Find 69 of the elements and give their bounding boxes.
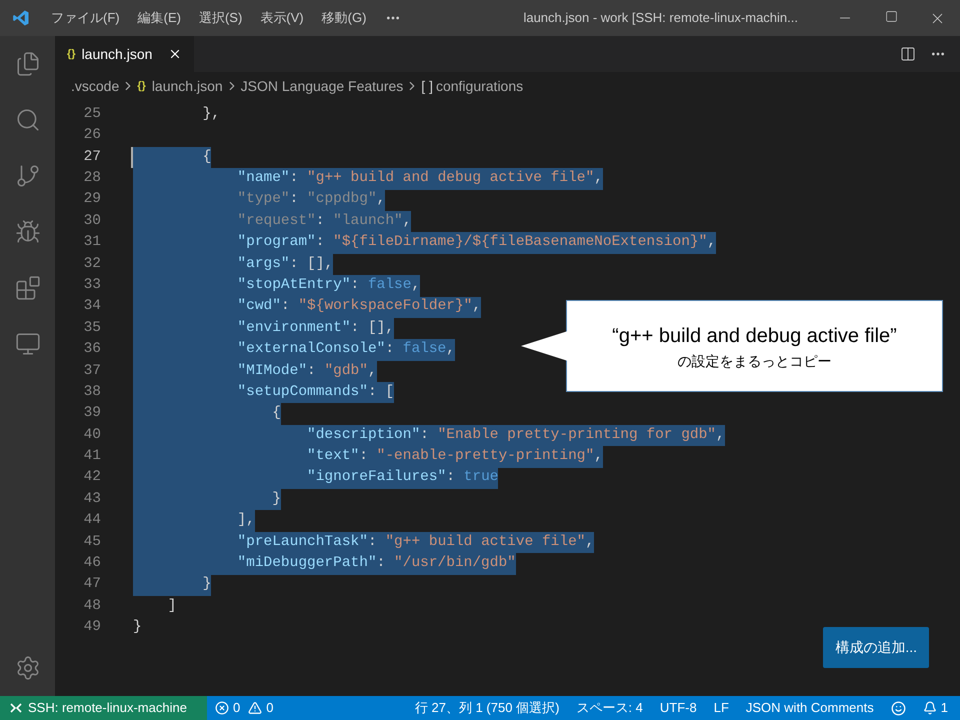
- code-line: ]: [166, 596, 177, 616]
- line-number: 44: [82, 511, 101, 530]
- breadcrumb-item[interactable]: JSON Language Features: [240, 76, 404, 96]
- line-number: 37: [82, 362, 101, 381]
- line-number: 40: [82, 426, 101, 445]
- callout-title: “g++ build and debug active file”: [612, 324, 897, 348]
- blocks-icon[interactable]: [14, 275, 40, 301]
- line-number: 29: [82, 190, 101, 210]
- line-number: 31: [82, 233, 101, 252]
- line-number: 43: [82, 490, 101, 509]
- breadcrumb-item[interactable]: .vscode: [71, 76, 120, 96]
- search-icon[interactable]: [14, 107, 40, 133]
- split-editor-icon[interactable]: [900, 46, 916, 62]
- line-number: 32: [82, 254, 101, 274]
- remote-icon: [10, 702, 22, 714]
- encoding[interactable]: UTF-8: [660, 698, 697, 718]
- json-icon: {}: [67, 46, 76, 62]
- line-number: 38: [82, 382, 101, 402]
- remote-indicator[interactable]: SSH: remote-linux-machine: [0, 696, 207, 720]
- feedback-icon[interactable]: [890, 700, 906, 716]
- line-number: 49: [82, 618, 101, 638]
- breadcrumb-item[interactable]: configurations: [436, 76, 524, 96]
- line-number: 27: [82, 148, 101, 167]
- files-icon[interactable]: [14, 51, 40, 77]
- line-number: 30: [82, 212, 101, 231]
- line-number: 48: [82, 596, 101, 616]
- line-number: 36: [82, 340, 101, 360]
- line-number: 39: [82, 404, 101, 424]
- line-number: 35: [82, 318, 101, 338]
- language-mode[interactable]: JSON with Comments: [746, 698, 874, 718]
- line-number: 26: [82, 126, 101, 146]
- code-line: }: [133, 618, 142, 638]
- warning-count[interactable]: 0: [266, 698, 274, 718]
- line-number: 33: [82, 276, 101, 295]
- breadcrumb-item[interactable]: launch.json: [152, 76, 223, 96]
- window-title: launch.json - work [SSH: remote-linux-machin...: [523, 9, 798, 28]
- menu-item[interactable]: ファイル(F): [42, 8, 129, 28]
- app-logo-icon: [12, 9, 30, 27]
- error-icon: [215, 701, 229, 715]
- indentation[interactable]: スペース: 4: [576, 698, 643, 718]
- code-line: },: [202, 104, 220, 124]
- bug-icon[interactable]: [14, 219, 40, 245]
- branch-icon[interactable]: [14, 163, 40, 189]
- menu-item[interactable]: 移動(G): [312, 8, 376, 28]
- notification-count: 1: [940, 699, 948, 718]
- line-number: 42: [82, 468, 101, 488]
- warning-icon: [248, 701, 262, 715]
- menu-item[interactable]: 表示(V): [251, 8, 313, 28]
- bracket-icon: [ ]: [421, 76, 433, 96]
- line-number: 41: [82, 447, 101, 466]
- bell-icon[interactable]: [922, 701, 937, 715]
- cursor-position[interactable]: 行 27、列 1 (750 個選択): [414, 698, 560, 718]
- json-icon: {}: [137, 78, 146, 94]
- line-number: 34: [82, 297, 101, 316]
- menu-item[interactable]: 編集(E): [128, 8, 190, 28]
- add-configuration-button[interactable]: 構成の追加...: [823, 627, 929, 668]
- maximize-icon[interactable]: [884, 10, 898, 22]
- monitor-icon[interactable]: [14, 331, 40, 357]
- editor-tab[interactable]: {} launch.json: [55, 36, 194, 72]
- line-number: 46: [82, 554, 101, 574]
- callout-text: の設定をまるっとコピー: [678, 352, 832, 370]
- settings-icon[interactable]: [14, 655, 40, 681]
- line-ending[interactable]: LF: [714, 698, 729, 718]
- menu-item[interactable]: 選択(S): [190, 8, 252, 28]
- line-number: 47: [82, 575, 101, 594]
- error-count[interactable]: 0: [233, 698, 240, 718]
- line-number: 28: [82, 169, 101, 188]
- line-number: 45: [82, 532, 101, 552]
- line-number: 25: [82, 104, 101, 124]
